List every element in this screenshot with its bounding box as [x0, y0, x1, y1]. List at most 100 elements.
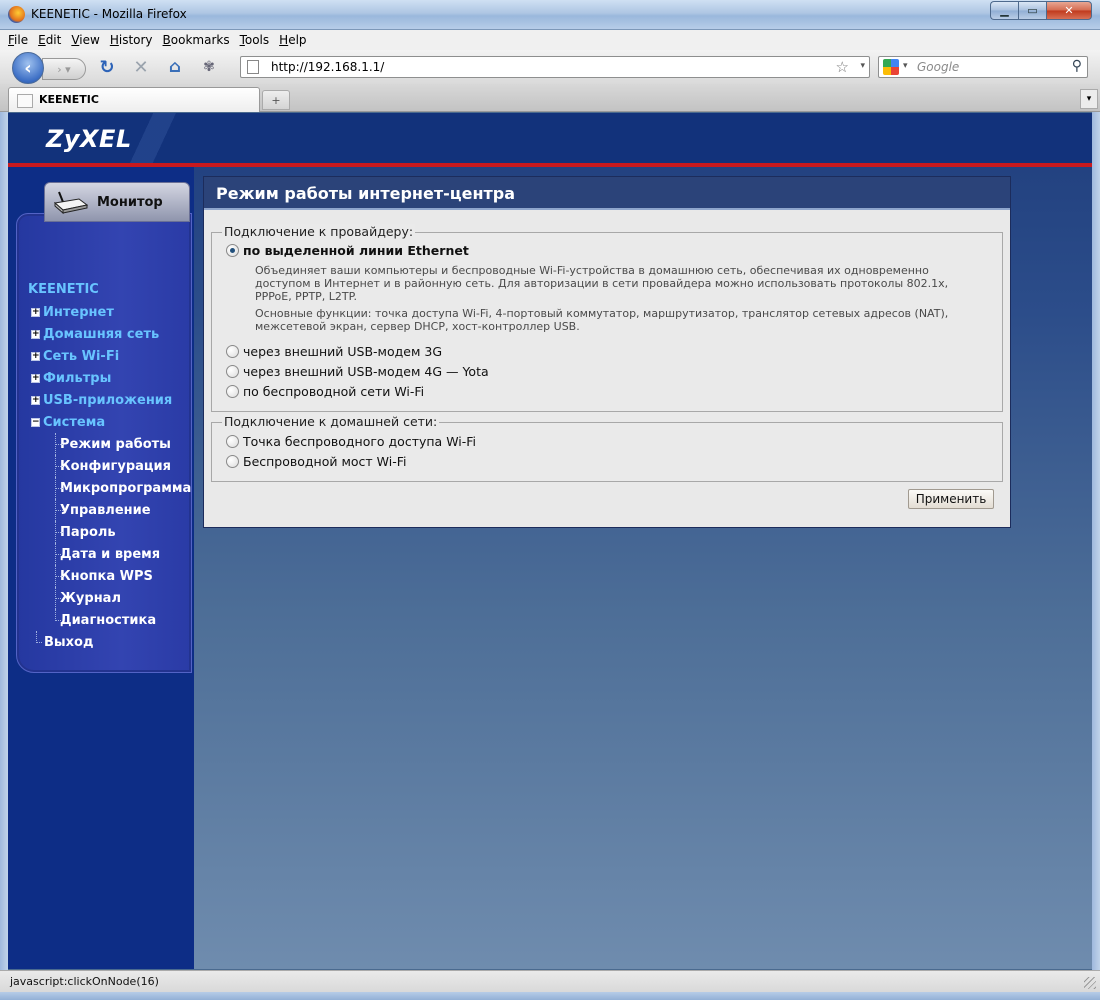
tree-item-system[interactable]: − Система — [28, 411, 198, 433]
address-bar[interactable]: http://192.168.1.1/ ☆ ▾ — [240, 56, 870, 78]
bookmark-star-icon[interactable]: ☆ — [836, 58, 849, 76]
page-icon — [247, 60, 259, 74]
menu-edit[interactable]: Edit — [38, 33, 61, 47]
tree-item-label: Дата и время — [60, 546, 161, 562]
expand-icon[interactable]: + — [31, 373, 40, 383]
tree-item-configuration[interactable]: Конфигурация — [28, 455, 198, 477]
search-placeholder: Google — [917, 60, 960, 74]
tab-list-button[interactable]: ▾ — [1080, 89, 1098, 109]
page-viewport: ZyXEL Монитор KEENETIC + Интернет + Дома… — [8, 113, 1092, 969]
tree-item-label: Выход — [44, 634, 94, 650]
radio-button[interactable] — [226, 244, 239, 257]
radio-wireless-wifi[interactable]: по беспроводной сети Wi-Fi — [226, 384, 424, 399]
menu-bar: File Edit View History Bookmarks Tools H… — [0, 30, 1100, 50]
expand-icon[interactable]: + — [31, 395, 40, 405]
tree-item-label: Интернет — [43, 304, 114, 320]
description-line: межсетевой экран, сервер DHCP, хост-конт… — [255, 320, 580, 333]
menu-view[interactable]: View — [71, 33, 99, 47]
apply-button[interactable]: Применить — [908, 489, 994, 509]
status-bar: javascript:clickOnNode(16) — [0, 970, 1100, 992]
tree-item-exit[interactable]: Выход — [28, 631, 198, 653]
menu-bookmarks[interactable]: Bookmarks — [163, 33, 230, 47]
description-line: Основные функции: точка доступа Wi-Fi, 4… — [255, 307, 949, 320]
expand-icon[interactable]: + — [31, 329, 40, 339]
menu-file[interactable]: File — [8, 33, 28, 47]
tree-item-label: Система — [43, 414, 106, 430]
search-icon[interactable]: ⚲ — [1072, 58, 1082, 74]
tree-item-firmware[interactable]: Микропрограмма — [28, 477, 198, 499]
stop-icon[interactable]: ✕ — [130, 56, 152, 78]
radio-ethernet[interactable]: по выделенной линии Ethernet — [226, 243, 469, 258]
window-frame-left — [0, 112, 8, 970]
navigation-toolbar: › ▾ ‹ ↻ ✕ ⌂ ✾ http://192.168.1.1/ ☆ ▾ ▾ … — [0, 50, 1100, 84]
provider-group-title: Подключение к провайдеру: — [222, 224, 416, 239]
tree-item-label: Кнопка WPS — [60, 568, 153, 584]
tree-line — [55, 532, 63, 533]
tab-bar: KEENETIC + ▾ — [0, 84, 1100, 112]
menu-history[interactable]: History — [110, 33, 153, 47]
tree-item-log[interactable]: Журнал — [28, 587, 198, 609]
tree-item-filters[interactable]: + Фильтры — [28, 367, 198, 389]
back-button[interactable]: ‹ — [12, 52, 44, 84]
tree-item-management[interactable]: Управление — [28, 499, 198, 521]
router-icon — [53, 191, 89, 215]
expand-icon[interactable]: + — [31, 307, 40, 317]
addons-icon[interactable]: ✾ — [198, 56, 220, 78]
tree-item-internet[interactable]: + Интернет — [28, 301, 198, 323]
radio-button[interactable] — [226, 435, 239, 448]
tree-item-label: Режим работы — [60, 436, 171, 452]
tree-item-wifi-network[interactable]: + Сеть Wi-Fi — [28, 345, 198, 367]
tree-line — [55, 598, 63, 599]
tree-item-diagnostics[interactable]: Диагностика — [28, 609, 198, 631]
search-box[interactable]: ▾ Google ⚲ — [878, 56, 1088, 78]
google-icon[interactable] — [883, 59, 899, 75]
tree-item-label: Сеть Wi-Fi — [43, 348, 120, 364]
page-header: ZyXEL — [8, 113, 1092, 163]
tree-item-label: Диагностика — [60, 612, 157, 628]
radio-button[interactable] — [226, 385, 239, 398]
home-icon[interactable]: ⌂ — [164, 56, 186, 78]
tree-item-label: Фильтры — [43, 370, 112, 386]
tree-item-wps-button[interactable]: Кнопка WPS — [28, 565, 198, 587]
resize-grip-icon[interactable] — [1084, 977, 1096, 989]
tree-item-label: Пароль — [60, 524, 116, 540]
menu-tools[interactable]: Tools — [240, 33, 270, 47]
ethernet-description: Объединяет ваши компьютеры и беспроводны… — [255, 264, 948, 303]
tree-item-label: Управление — [60, 502, 151, 518]
radio-usb-3g[interactable]: через внешний USB-модем 3G — [226, 344, 442, 359]
radio-wifi-bridge[interactable]: Беспроводной мост Wi-Fi — [226, 454, 407, 469]
radio-wifi-access-point[interactable]: Точка беспроводного доступа Wi-Fi — [226, 434, 476, 449]
url-dropdown-icon[interactable]: ▾ — [860, 61, 865, 71]
radio-label: Точка беспроводного доступа Wi-Fi — [243, 434, 477, 449]
reload-icon[interactable]: ↻ — [96, 56, 118, 78]
tree-item-operating-mode[interactable]: Режим работы — [28, 433, 198, 455]
expand-icon[interactable]: + — [31, 351, 40, 361]
radio-button[interactable] — [226, 345, 239, 358]
minimize-button[interactable]: ▁ — [990, 1, 1018, 20]
radio-button[interactable] — [226, 365, 239, 378]
url-text: http://192.168.1.1/ — [271, 60, 385, 74]
zyxel-logo: ZyXEL — [46, 125, 132, 153]
panel-title: Режим работы интернет-центра — [216, 184, 516, 203]
collapse-icon[interactable]: − — [31, 417, 40, 427]
forward-button[interactable]: › ▾ — [42, 58, 86, 80]
tree-item-usb-apps[interactable]: + USB-приложения — [28, 389, 198, 411]
tab-keenetic[interactable]: KEENETIC — [8, 87, 260, 112]
search-engine-dropdown-icon[interactable]: ▾ — [903, 61, 908, 71]
tree-line — [55, 444, 63, 445]
radio-button[interactable] — [226, 455, 239, 468]
maximize-button[interactable]: ▭ — [1018, 1, 1046, 20]
tree-item-home-network[interactable]: + Домашняя сеть — [28, 323, 198, 345]
radio-label: по беспроводной сети Wi-Fi — [243, 384, 425, 399]
monitor-tab[interactable]: Монитор — [44, 182, 190, 222]
tree-root-keenetic[interactable]: KEENETIC — [28, 282, 99, 297]
tree-item-label: Микропрограмма — [60, 480, 192, 496]
tree-item-password[interactable]: Пароль — [28, 521, 198, 543]
tree-item-date-time[interactable]: Дата и время — [28, 543, 198, 565]
radio-label: через внешний USB-модем 3G — [243, 344, 443, 359]
radio-usb-4g-yota[interactable]: через внешний USB-модем 4G — Yota — [226, 364, 489, 379]
menu-help[interactable]: Help — [279, 33, 306, 47]
window-title: KEENETIC - Mozilla Firefox — [31, 7, 187, 21]
close-button[interactable]: ✕ — [1046, 1, 1092, 20]
new-tab-button[interactable]: + — [262, 90, 290, 110]
